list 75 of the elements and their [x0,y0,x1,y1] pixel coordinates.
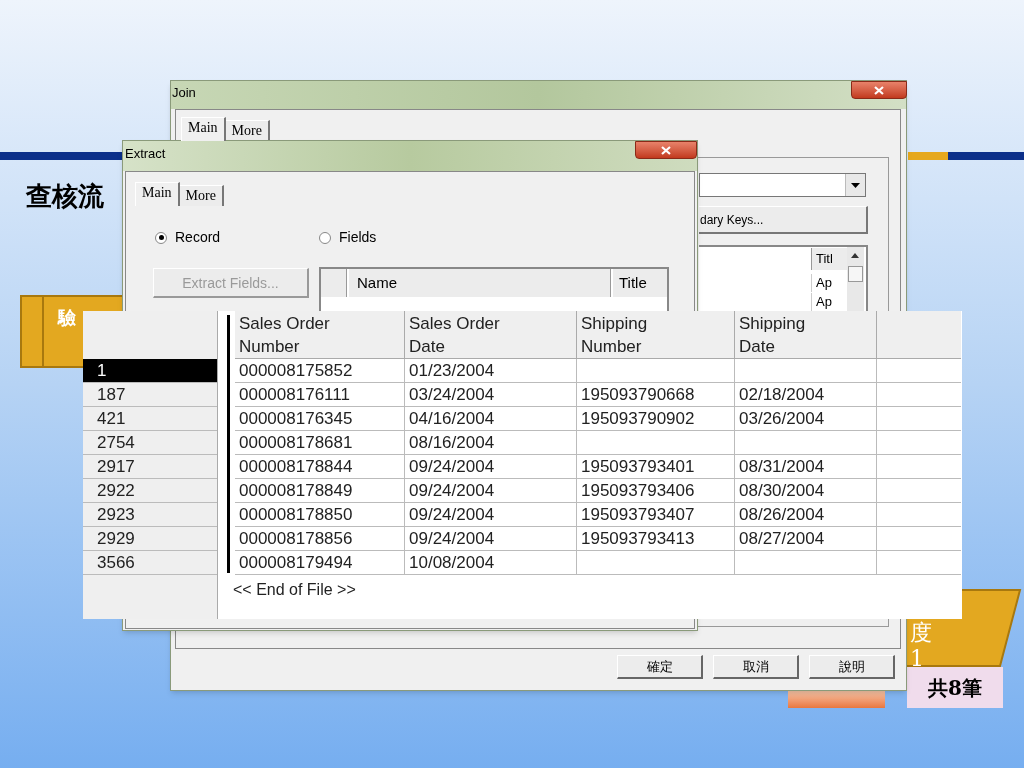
close-icon [661,145,671,155]
table-cell: 04/16/2004 [405,407,577,431]
grid-corner [321,269,347,297]
column-header: Titl [811,248,847,270]
table-cell: 000008178849 [235,479,405,503]
count-badge: 共8筆 [907,667,1003,708]
row-header[interactable]: 2917 [83,455,217,479]
accent-bar [908,152,948,160]
table-cell: 10/08/2004 [405,551,577,575]
close-button[interactable] [851,81,907,99]
table-cell: 09/24/2004 [405,455,577,479]
dialog-button[interactable]: 取消 [713,655,799,679]
table-cell: 08/16/2004 [405,431,577,455]
table-cell: 08/31/2004 [735,455,877,479]
row-header[interactable]: 2929 [83,527,217,551]
table-cell: 03/26/2004 [735,407,877,431]
radio-label: Record [175,228,221,247]
close-icon [874,85,884,95]
tab[interactable]: More [179,185,224,206]
table-cell: 01/23/2004 [405,359,577,383]
table-cell: 000008175852 [235,359,405,383]
column-header[interactable]: Shipping Date [735,311,877,358]
row-header[interactable]: 421 [83,407,217,431]
table-cell: 09/24/2004 [405,527,577,551]
table-cell: 195093793407 [577,503,735,527]
column-header[interactable]: Sales Order Number [235,311,405,358]
dropdown-icon [851,182,860,188]
keys-button[interactable]: dary Keys... [699,206,868,234]
table-cell: 000008179494 [235,551,405,575]
table-cell: 000008178850 [235,503,405,527]
table-cell: 09/24/2004 [405,503,577,527]
table-cell: 195093793406 [577,479,735,503]
column-header: Title [613,269,667,297]
dialog-button[interactable]: 說明 [809,655,895,679]
end-of-file-text: << End of File >> [233,580,356,600]
step-label: 驗 [56,306,76,330]
table-cell: 02/18/2004 [735,383,877,407]
table-cell: 195093793413 [577,527,735,551]
table-cell: 03/24/2004 [405,383,577,407]
table-cell: 08/30/2004 [735,479,877,503]
scroll-up-icon [851,253,859,258]
row-header[interactable]: 3566 [83,551,217,575]
row-header[interactable]: 2923 [83,503,217,527]
radio-option[interactable]: Fields [319,227,377,248]
scrollbar[interactable] [847,247,864,312]
dialog-button[interactable]: 確定 [617,655,703,679]
row-header[interactable]: 2754 [83,431,217,455]
radio-label: Fields [339,228,377,247]
radio-option[interactable]: Record [155,227,221,248]
table-cell: 09/24/2004 [405,479,577,503]
window-title: Extract [125,145,166,163]
column-header: Name [349,269,611,297]
step-text: 度 [910,620,932,646]
scroll-thumb[interactable] [848,266,863,282]
window-title: Join [172,84,196,102]
tab[interactable]: Main [181,117,226,141]
table-cell: 000008176111 [235,383,405,407]
table-cell: 195093790902 [577,407,735,431]
table-cell: 000008178856 [235,527,405,551]
table-cell: 000008176345 [235,407,405,431]
section-heading: 查核流 [26,180,104,213]
tab[interactable]: Main [135,182,180,206]
table-cell: 195093793401 [577,455,735,479]
table-cell: 000008178844 [235,455,405,479]
row-header[interactable]: 2922 [83,479,217,503]
table-cell: 195093790668 [577,383,735,407]
column-header[interactable]: Sales Order Date [405,311,577,358]
row-header[interactable]: 1 [83,359,217,383]
table-cell: 08/26/2004 [735,503,877,527]
dropdown-field[interactable] [699,173,866,197]
row-header[interactable]: 187 [83,383,217,407]
table-cell: 000008178681 [235,431,405,455]
close-button[interactable] [635,141,697,159]
table-cell: 08/27/2004 [735,527,877,551]
column-header[interactable]: Shipping Number [577,311,735,358]
